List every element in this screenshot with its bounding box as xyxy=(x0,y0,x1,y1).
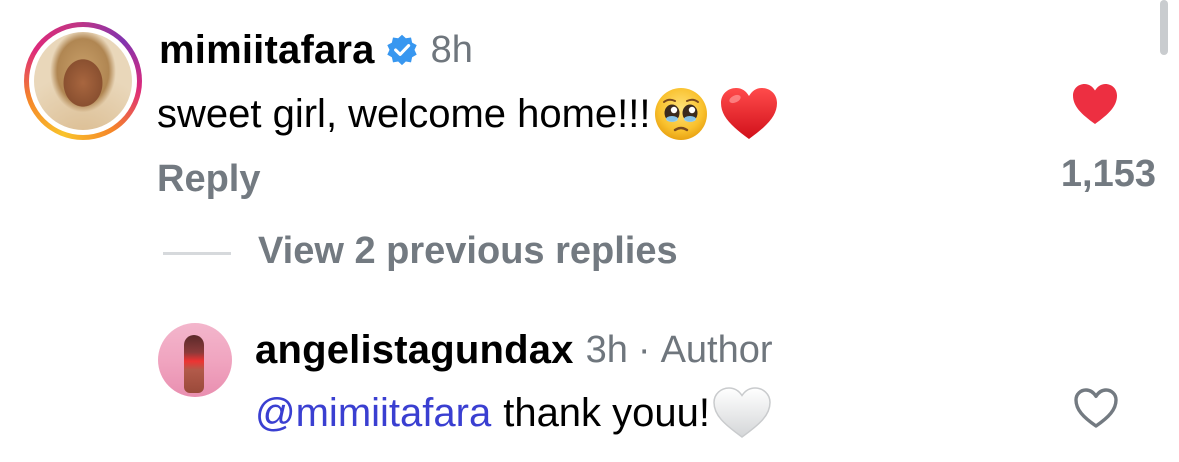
verified-badge-icon xyxy=(385,33,419,67)
red-heart-emoji xyxy=(719,86,779,142)
comment-header: mimiitafara 8h xyxy=(159,26,473,74)
comment-avatar[interactable] xyxy=(24,22,142,140)
author-label: Author xyxy=(660,328,773,371)
reply-separator: · xyxy=(637,328,651,371)
comment-body: sweet girl, welcome home!!! xyxy=(157,85,779,143)
like-count: 1,153 xyxy=(1060,153,1156,195)
comment-timestamp: 8h xyxy=(430,28,473,71)
reply-text: thank youu! xyxy=(503,390,711,435)
reply-username[interactable]: angelistagundax xyxy=(255,328,574,373)
like-heart-filled-icon[interactable] xyxy=(1071,82,1119,126)
reply-button[interactable]: Reply xyxy=(157,158,260,201)
reply-avatar[interactable] xyxy=(158,323,232,397)
comment-text: sweet girl, welcome home!!! xyxy=(157,91,651,136)
pleading-face-emoji xyxy=(653,86,709,142)
like-heart-outline-icon[interactable] xyxy=(1073,387,1119,429)
reply-header: angelistagundax 3h · Author xyxy=(255,327,773,373)
view-previous-replies-button[interactable]: View 2 previous replies xyxy=(258,230,678,273)
reply-timestamp: 3h xyxy=(585,328,628,371)
replies-divider xyxy=(163,252,231,255)
scrollbar-thumb[interactable] xyxy=(1160,0,1168,55)
comment-username[interactable]: mimiitafara xyxy=(159,28,375,73)
reply-mention-link[interactable]: @mimiitafara xyxy=(255,391,491,436)
white-heart-emoji xyxy=(712,386,772,440)
reply-body: @mimiitafara thank youu! xyxy=(255,385,772,441)
